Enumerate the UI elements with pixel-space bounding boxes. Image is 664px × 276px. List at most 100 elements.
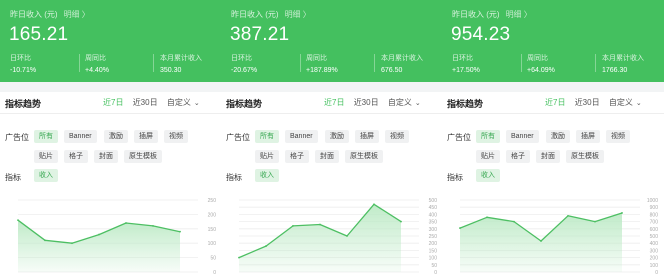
revenue-value: 165.21 <box>9 24 69 45</box>
y-tick-label: 450 <box>429 205 438 211</box>
chip-video[interactable]: 视频 <box>606 130 630 143</box>
y-tick-label: 600 <box>650 227 659 233</box>
y-tick-label: 300 <box>650 248 659 254</box>
tab-7-days[interactable]: 近7日 <box>103 97 123 108</box>
chip-cover[interactable]: 封面 <box>536 150 560 163</box>
data-point <box>594 220 596 223</box>
details-link[interactable]: 明细 〉 <box>506 10 532 19</box>
metric-label: 指标 <box>226 173 242 182</box>
stat-divider <box>300 54 301 72</box>
tab-30-days[interactable]: 近30日 <box>354 97 379 108</box>
y-tick-label: 0 <box>655 270 658 276</box>
stat-divider <box>153 54 154 72</box>
data-point <box>98 233 100 236</box>
chip-revenue[interactable]: 收入 <box>255 169 279 182</box>
data-point <box>513 220 515 223</box>
stat-day-over-day: 日环比 +17.50% <box>452 55 480 74</box>
chip-video[interactable]: 视频 <box>164 130 188 143</box>
data-point <box>400 220 402 223</box>
stat-divider <box>521 54 522 72</box>
metric-label: 指标 <box>447 173 463 182</box>
data-point <box>238 256 240 259</box>
data-point <box>459 227 461 229</box>
chip-native-template[interactable]: 原生模板 <box>566 150 604 163</box>
revenue-trend-chart: 10009008007006005004003002001000 <box>459 198 659 276</box>
trend-title: 指标趋势 <box>226 99 263 109</box>
details-link[interactable]: 明细 〉 <box>64 10 90 19</box>
y-tick-label: 150 <box>208 227 217 233</box>
data-point <box>125 222 127 224</box>
section-gap <box>221 82 443 92</box>
chip-interstitial[interactable]: 插屏 <box>355 130 379 143</box>
chip-all[interactable]: 所有 <box>255 130 279 143</box>
chip-patch[interactable]: 贴片 <box>476 150 500 163</box>
chip-all[interactable]: 所有 <box>476 130 500 143</box>
y-tick-label: 50 <box>431 263 437 269</box>
revenue-banner: 昨日收入 (元) 明细 〉 165.21 日环比 -10.71% 周同比 +4.40%… <box>0 0 222 82</box>
tab-30-days[interactable]: 近30日 <box>133 97 158 108</box>
y-tick-label: 500 <box>650 234 659 240</box>
stat-month-total: 本月累计收入 1766.30 <box>602 55 644 74</box>
tab-30-days[interactable]: 近30日 <box>575 97 600 108</box>
data-point <box>486 216 488 219</box>
tab-custom[interactable]: 自定义 ⌄ <box>167 97 200 108</box>
chip-all[interactable]: 所有 <box>34 130 58 143</box>
chip-patch[interactable]: 贴片 <box>255 150 279 163</box>
stat-week-over-week: 周同比 +187.89% <box>306 55 338 74</box>
stat-week-over-week: 周同比 +4.40% <box>85 55 109 74</box>
chip-rewarded[interactable]: 激励 <box>104 130 128 143</box>
divider <box>0 113 222 114</box>
data-point <box>152 225 154 227</box>
data-point <box>346 235 348 237</box>
chip-cover[interactable]: 封面 <box>94 150 118 163</box>
tab-custom[interactable]: 自定义 ⌄ <box>609 97 642 108</box>
y-tick-label: 0 <box>434 270 437 276</box>
ad-slot-label: 广告位 <box>226 133 250 142</box>
chip-rewarded[interactable]: 激励 <box>325 130 349 143</box>
chip-revenue[interactable]: 收入 <box>476 169 500 182</box>
data-point <box>621 212 623 214</box>
chip-rewarded[interactable]: 激励 <box>546 130 570 143</box>
chip-banner[interactable]: Banner <box>285 130 318 143</box>
revenue-trend-chart: 500450400350300250200150100500 <box>238 198 438 276</box>
chip-revenue[interactable]: 收入 <box>34 169 58 182</box>
stat-divider <box>595 54 596 72</box>
chevron-down-icon: ⌄ <box>414 100 421 107</box>
revenue-label: 昨日收入 (元) <box>452 10 500 19</box>
chip-banner[interactable]: Banner <box>506 130 539 143</box>
revenue-banner: 昨日收入 (元) 明细 〉 954.23 日环比 +17.50% 周同比 +64.09… <box>442 0 664 82</box>
chip-patch[interactable]: 贴片 <box>34 150 58 163</box>
chevron-down-icon: ⌄ <box>635 100 642 107</box>
tab-7-days[interactable]: 近7日 <box>324 97 344 108</box>
chip-interstitial[interactable]: 插屏 <box>134 130 158 143</box>
stat-week-over-week: 周同比 +64.09% <box>527 55 555 74</box>
chevron-down-icon: ⌄ <box>193 100 200 107</box>
area-fill <box>18 220 180 272</box>
chip-native-template[interactable]: 原生模板 <box>345 150 383 163</box>
section-gap <box>442 82 664 92</box>
chip-interstitial[interactable]: 插屏 <box>576 130 600 143</box>
y-tick-label: 350 <box>429 220 438 226</box>
data-point <box>540 240 542 242</box>
y-tick-label: 400 <box>429 212 438 218</box>
details-link[interactable]: 明细 〉 <box>285 10 311 19</box>
chip-grid[interactable]: 格子 <box>506 150 530 163</box>
chip-banner[interactable]: Banner <box>64 130 97 143</box>
chip-native-template[interactable]: 原生模板 <box>124 150 162 163</box>
y-tick-label: 300 <box>429 227 438 233</box>
y-tick-label: 0 <box>213 270 216 276</box>
chip-grid[interactable]: 格子 <box>285 150 309 163</box>
y-tick-label: 100 <box>208 241 217 247</box>
tab-custom[interactable]: 自定义 ⌄ <box>388 97 421 108</box>
data-point <box>292 225 294 227</box>
chip-cover[interactable]: 封面 <box>315 150 339 163</box>
y-tick-label: 100 <box>650 263 659 269</box>
divider <box>221 113 443 114</box>
revenue-label: 昨日收入 (元) <box>231 10 279 19</box>
tab-7-days[interactable]: 近7日 <box>545 97 565 108</box>
y-tick-label: 250 <box>429 234 438 240</box>
chip-grid[interactable]: 格子 <box>64 150 88 163</box>
trend-title: 指标趋势 <box>447 99 484 109</box>
chip-video[interactable]: 视频 <box>385 130 409 143</box>
y-tick-label: 150 <box>429 248 438 254</box>
